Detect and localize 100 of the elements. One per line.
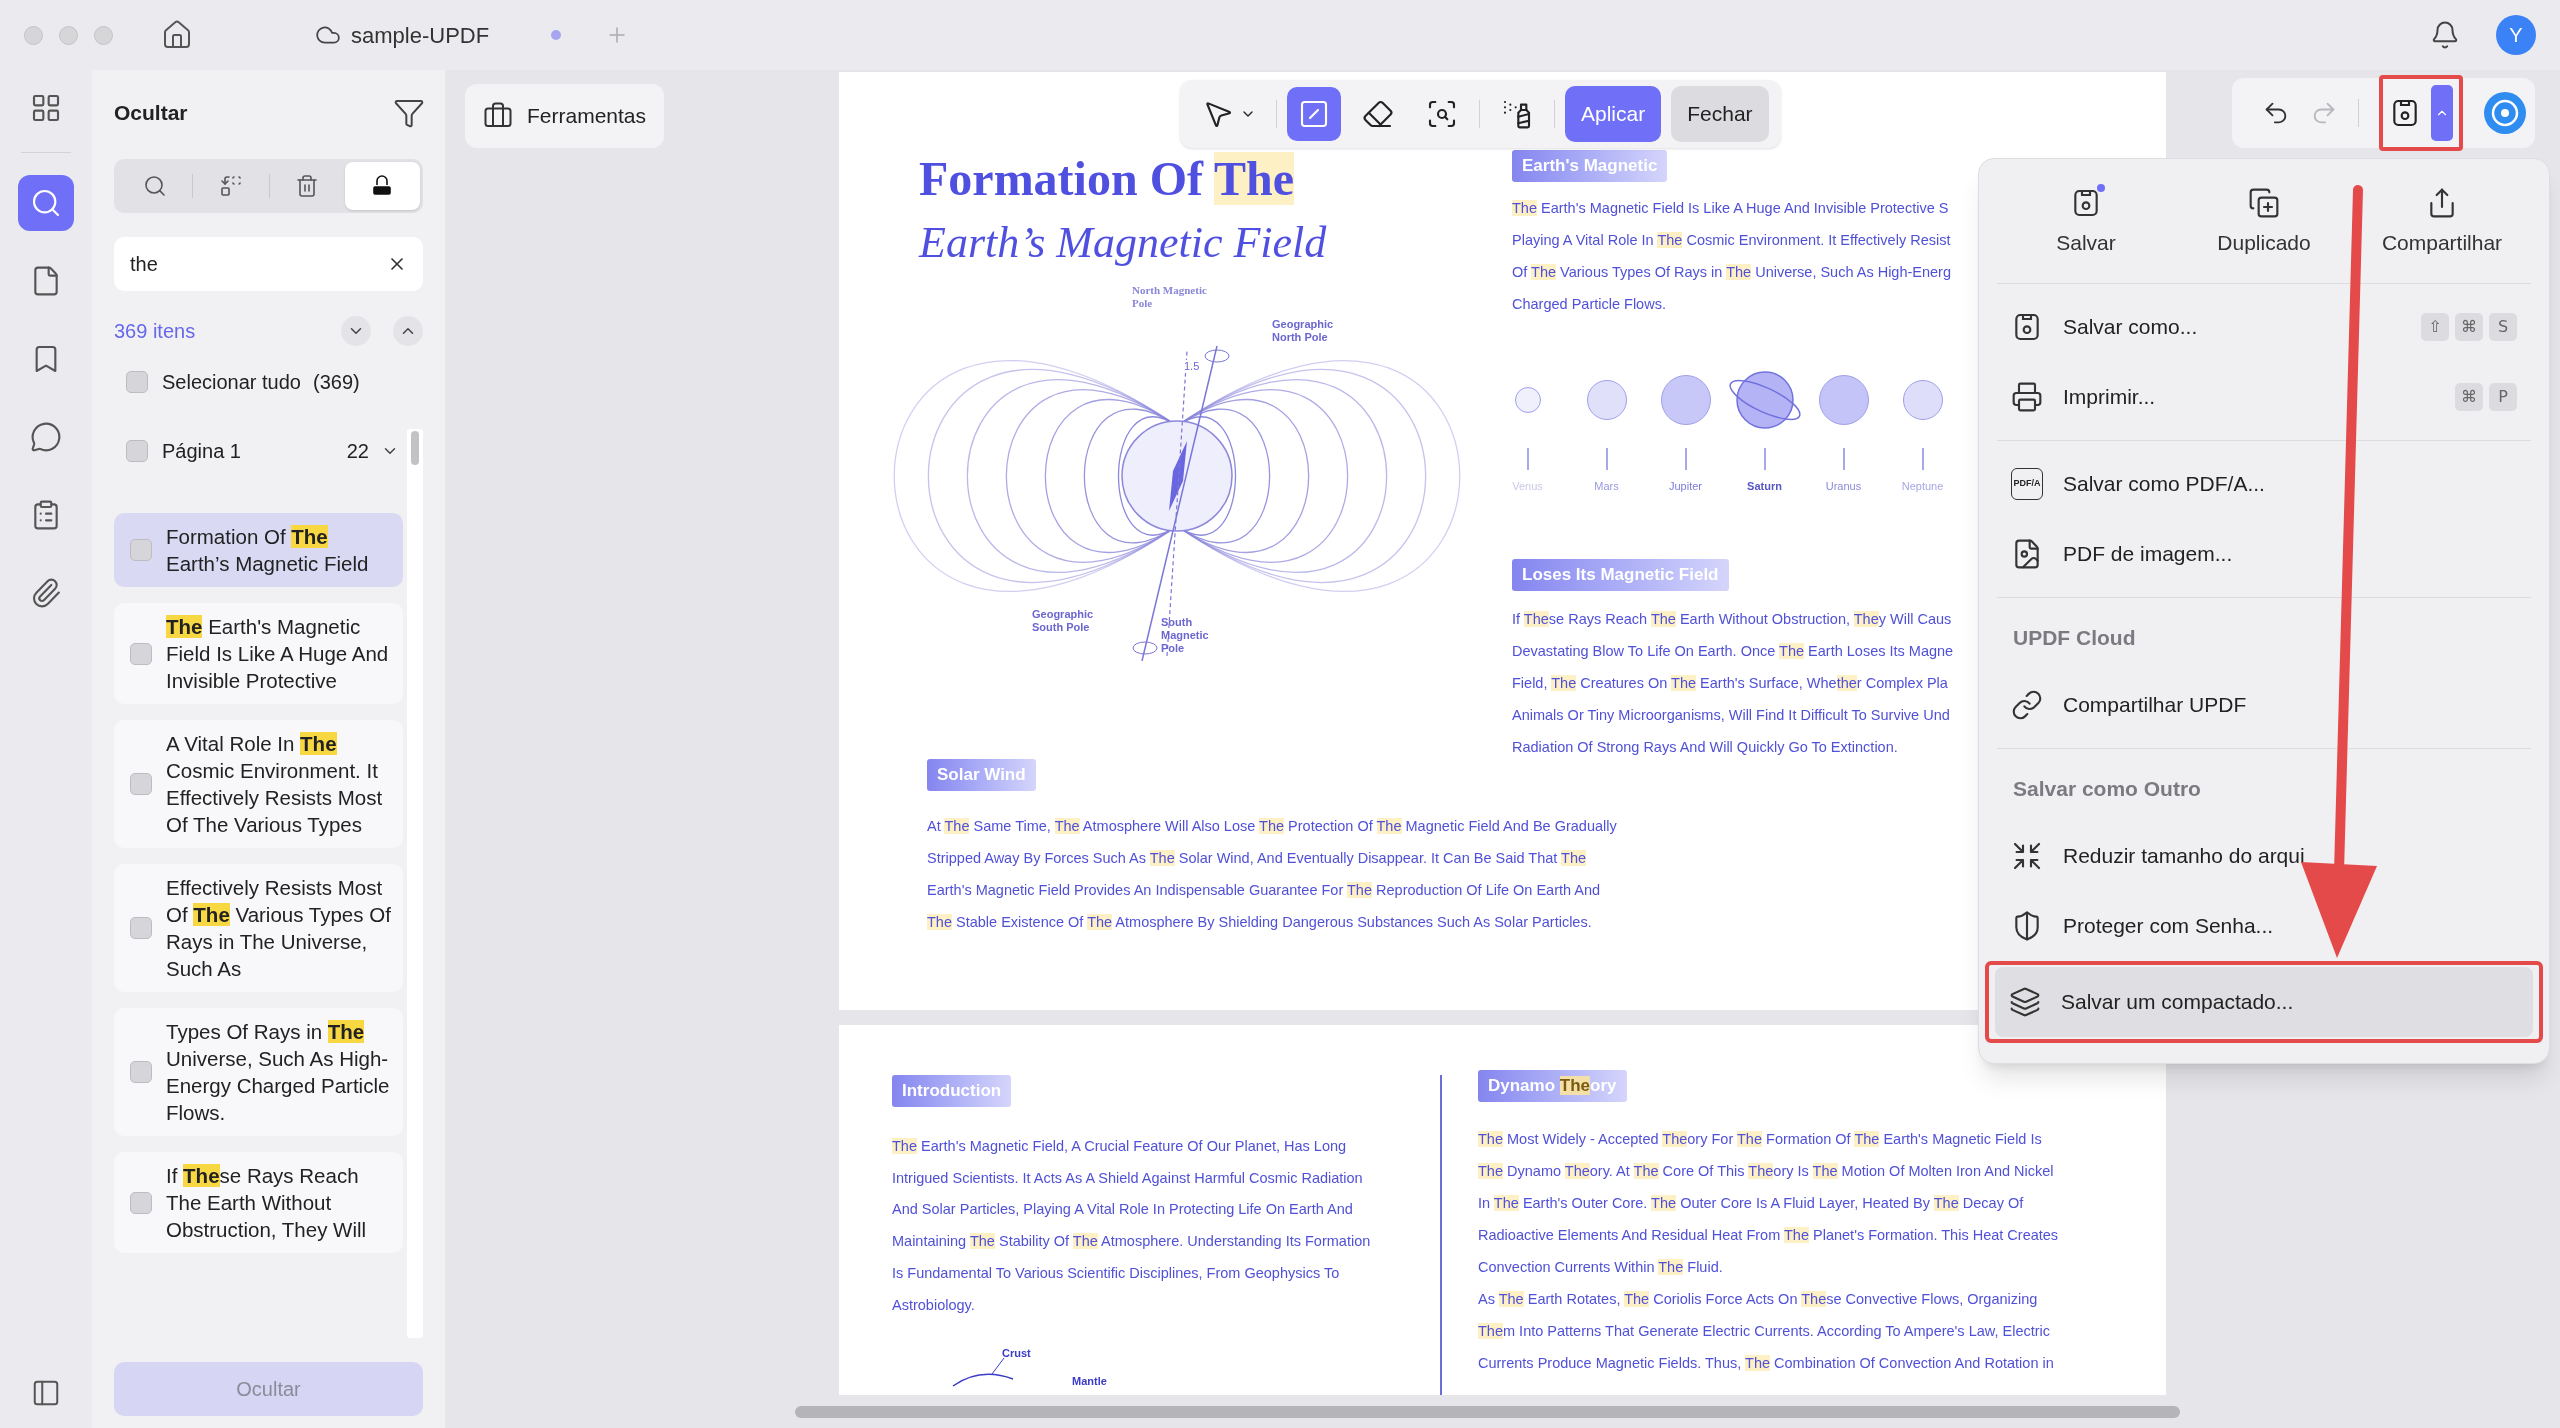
page-group-count: 22: [346, 439, 369, 464]
text-line: At The Same Time, The Atmosphere Will Also Lose The Protection Of The Magnetic Field And Be Gradually: [927, 816, 1617, 836]
text-line: Animals Or Tiny Microorganisms, Will Find It Difficult To Survive Und: [1512, 705, 1951, 725]
diagram-label: Mantle: [1072, 1374, 1107, 1390]
search-result-card[interactable]: If These Rays Reach The Earth Without Obstruction, They Will: [114, 1152, 403, 1253]
shortcut-key: ⌘: [2455, 382, 2483, 411]
duplicate-icon: [2248, 187, 2280, 219]
planet-label: Neptune: [1901, 479, 1944, 494]
checkbox[interactable]: [130, 1061, 152, 1083]
horizontal-scrollbar[interactable]: [795, 1405, 2180, 1418]
home-icon[interactable]: [161, 19, 193, 51]
result-text: Formation Of The Earth’s Magnetic Field: [166, 524, 370, 577]
printer-icon: [2011, 380, 2043, 413]
grid-icon: [30, 92, 62, 124]
checkbox[interactable]: [130, 539, 152, 561]
select-all-count: (369): [313, 370, 360, 395]
apply-button[interactable]: Aplicar: [1565, 86, 1662, 142]
planet-label: Saturn: [1747, 479, 1782, 494]
document-title: Formation Of The: [919, 151, 1296, 207]
planet-icon: [1818, 375, 1869, 425]
checkbox[interactable]: [126, 440, 148, 462]
search-icon: [30, 187, 62, 219]
search-result-card[interactable]: Effectively Resists Most Of The Various Types Of Rays in The Universe, Such As: [114, 864, 403, 992]
menu-item[interactable]: Reduzir tamanho do arqui: [1997, 820, 2531, 891]
result-count: 369 itens: [114, 319, 197, 344]
select-all-label: Selecionar tudo: [162, 370, 301, 395]
text-line: The Earth's Magnetic Field, A Crucial Feature Of Our Planet, Has Long: [892, 1137, 1348, 1156]
save-menu-toggle[interactable]: [2431, 85, 2453, 141]
search-result-card[interactable]: The Earth's Magnetic Field Is Like A Huge And Invisible Protective: [114, 603, 403, 704]
planet-icon: [1514, 387, 1541, 413]
result-text: Types Of Rays in The Universe, Such As High-Energy Charged Particle Flows.: [166, 1019, 391, 1126]
text-line: Is Fundamental To Various Scientific Disciplines, From Geophysics To: [892, 1263, 1341, 1283]
search-result-card[interactable]: Types Of Rays in The Universe, Such As High-Energy Charged Particle Flows.: [114, 1008, 403, 1136]
search-result-card[interactable]: Formation Of The Earth’s Magnetic Field: [114, 513, 403, 587]
bell-icon[interactable]: [2430, 20, 2460, 50]
diagram-label: 1.5: [1183, 360, 1201, 373]
diagram-label: Geographic North Pole: [1272, 318, 1335, 344]
menu-item[interactable]: PDF/A Salvar como PDF/A...: [1997, 448, 2531, 519]
section-heading: Earth's Magnetic: [1512, 150, 1668, 182]
trash-icon: [295, 174, 320, 198]
planet-label: Mars: [1594, 479, 1619, 494]
checkbox[interactable]: [126, 371, 148, 393]
diagram-label: Crust: [1002, 1346, 1031, 1362]
menu-action[interactable]: Duplicado: [2175, 187, 2353, 259]
checkbox[interactable]: [130, 642, 152, 665]
text-line: Charged Particle Flows.: [1512, 295, 1667, 314]
text-line: Astrobiology.: [892, 1295, 976, 1315]
link-icon: [2011, 688, 2043, 721]
previous-result-button[interactable]: [393, 316, 423, 346]
text-line: The Dynamo Theory. At The Core Of This Theory Is The Motion Of Molten Iron And Nickel: [1478, 1162, 2055, 1181]
text-line: Playing A Vital Role In The Cosmic Environment. It Effectively Resist: [1512, 231, 1951, 250]
planet-icon: [1660, 375, 1711, 425]
shortcut-key: ⇧: [2421, 312, 2449, 341]
replace-icon: [218, 174, 243, 198]
menu-action[interactable]: Salvar: [1997, 187, 2175, 259]
sidebar-tab[interactable]: [18, 175, 74, 231]
checkbox[interactable]: [130, 773, 152, 795]
text-line: Of The Various Types Of Rays in The Universe, Such As High-Energ: [1512, 263, 1951, 282]
user-avatar[interactable]: Y: [2496, 15, 2536, 55]
checkbox[interactable]: [130, 1191, 152, 1214]
text-line: Currents Produce Magnetic Fields. Thus, The Combination Of Convection And Rotation in: [1478, 1354, 2055, 1373]
filter-icon[interactable]: [393, 97, 425, 129]
tab-title[interactable]: sample-UPDF: [351, 18, 490, 52]
text-line: Radiation Of Strong Rays And Will Quickly Go To Extinction.: [1512, 737, 1899, 757]
diagram-label: North Magnetic Pole: [1132, 284, 1208, 310]
planet-icon: [1586, 380, 1627, 420]
text-line: Field, The Creatures On The Earth's Surface, Whether Complex Pla: [1512, 673, 1949, 693]
menu-action[interactable]: Compartilhar: [2353, 187, 2531, 259]
search-result-card[interactable]: A Vital Role In The Cosmic Environment. It Effectively Resists Most Of The Various Types: [114, 720, 403, 848]
result-text: If These Rays Reach The Earth Without Obstruction, They Will: [166, 1163, 368, 1243]
result-text: The Earth's Magnetic Field Is Like A Huge And Invisible Protective: [166, 614, 390, 694]
result-text: A Vital Role In The Cosmic Environment. It Effectively Resists Most Of The Various Types: [166, 731, 384, 838]
text-line: Devastating Blow To Life On Earth. Once The Earth Loses Its Magne: [1512, 641, 1954, 661]
assistant-logo-icon[interactable]: [2483, 91, 2527, 135]
tools-button[interactable]: Ferramentas: [465, 84, 665, 148]
menu-item[interactable]: Salvar um compactado...: [1995, 966, 2533, 1037]
search-field[interactable]: the: [114, 237, 423, 291]
planet-label: Jupiter: [1669, 479, 1702, 494]
menu-item[interactable]: Salvar como... ⇧ ⌘ S: [1997, 291, 2531, 362]
scrollbar-thumb[interactable]: [411, 431, 419, 465]
checkbox[interactable]: [130, 917, 152, 939]
text-line: As The Earth Rotates, The Coriolis Force Acts On These Convective Flows, Organizing: [1478, 1290, 2039, 1309]
panel-toggle-icon[interactable]: [31, 1378, 61, 1408]
paperclip-icon: [30, 577, 62, 609]
close-button[interactable]: Fechar: [1671, 86, 1769, 142]
result-text: Effectively Resists Most Of The Various Types Of Rays in The Universe, Such As: [166, 875, 392, 982]
menu-item[interactable]: Proteger com Senha...: [1997, 890, 2531, 961]
document-subtitle: Earth’s Magnetic Field: [919, 217, 1328, 269]
next-result-button[interactable]: [341, 316, 371, 346]
menu-item[interactable]: Imprimir... ⌘ P: [1997, 361, 2531, 432]
text-line: Maintaining The Stability Of The Atmosphere. Understanding Its Formation: [892, 1232, 1371, 1252]
shortcut-key: S: [2489, 312, 2517, 341]
diagram-label: Geographic South Pole: [1032, 608, 1095, 634]
menu-item[interactable]: PDF de imagem...: [1997, 518, 2531, 589]
pdf-a-icon: PDF/A: [2011, 467, 2043, 500]
search-icon: [142, 174, 167, 198]
earth-layers-drawing: [952, 1357, 1014, 1388]
redact-text-icon: [1298, 98, 1330, 130]
mode-tab[interactable]: [344, 162, 420, 210]
menu-item[interactable]: Compartilhar UPDF: [1997, 669, 2531, 740]
